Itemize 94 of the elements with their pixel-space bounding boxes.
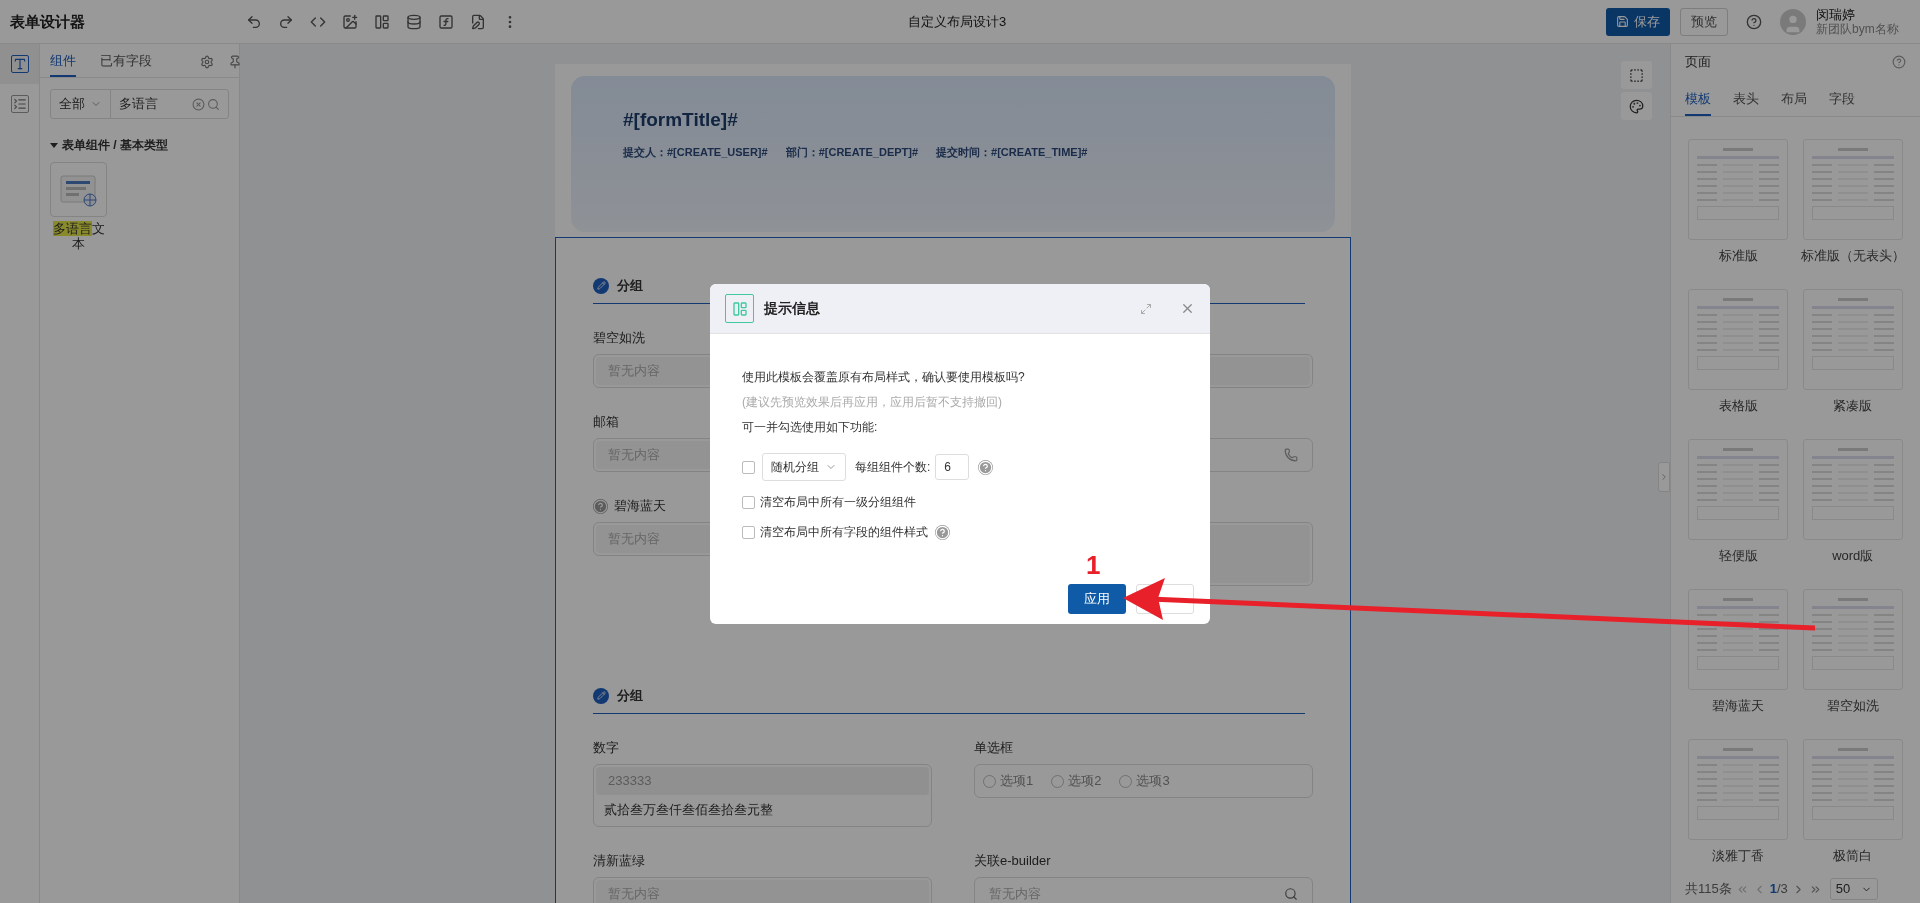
- layout-icon[interactable]: [374, 13, 390, 30]
- template-name: word版: [1832, 547, 1874, 565]
- selection-icon[interactable]: [1621, 61, 1652, 89]
- step-number: 1: [1086, 549, 1101, 582]
- pencil-icon: [593, 687, 609, 704]
- apply-button[interactable]: 应用: [1068, 584, 1126, 614]
- template-name: 轻便版: [1718, 547, 1758, 565]
- app-title: 表单设计器: [10, 12, 85, 30]
- template-preview-drawing[interactable]: [1802, 289, 1903, 390]
- count-label: 每组组件个数:: [855, 459, 931, 476]
- template-name: 碧海蓝天: [1712, 697, 1765, 715]
- panel-tab[interactable]: 已有字段: [100, 47, 152, 77]
- caret-icon[interactable]: [50, 142, 58, 148]
- template-name: 淡雅丁香: [1712, 847, 1765, 865]
- checkbox[interactable]: [742, 460, 755, 474]
- pin-icon[interactable]: [228, 55, 242, 69]
- sidebar-tab[interactable]: [0, 44, 39, 84]
- dialog-title: 提示信息: [764, 299, 820, 318]
- total-count: 共115条: [1685, 880, 1732, 899]
- panel-tab[interactable]: 表头: [1733, 84, 1759, 116]
- option-label: 清空布局中所有一级分组组件: [760, 494, 916, 511]
- radio-option[interactable]: 选项2: [1051, 771, 1102, 791]
- palette-icon[interactable]: [1621, 92, 1652, 120]
- template-preview-drawing[interactable]: [1802, 739, 1903, 840]
- save-button[interactable]: 保存: [1606, 7, 1670, 36]
- field-label: 邮箱: [593, 413, 619, 432]
- panel-tab[interactable]: 布局: [1781, 84, 1807, 116]
- field-label: 关联e-builder: [974, 851, 1051, 870]
- template-name: 碧空如洗: [1826, 697, 1879, 715]
- template-name: 表格版: [1718, 397, 1758, 415]
- settings-icon[interactable]: [200, 55, 214, 69]
- close-icon[interactable]: [1180, 301, 1195, 316]
- form-meta: 部门：#[CREATE_DEPT]#: [785, 144, 919, 160]
- field-label: 碧海蓝天: [614, 497, 666, 516]
- document-title: 自定义布局设计3: [907, 12, 1007, 31]
- page-indicator: 1/3: [1769, 880, 1788, 899]
- edit-document-icon[interactable]: [470, 13, 486, 30]
- template-preview-drawing[interactable]: [1688, 439, 1789, 540]
- team-name: 新团队bym名称: [1816, 21, 1900, 36]
- avatar-icon[interactable]: [1780, 8, 1806, 35]
- field-label: 数字: [593, 739, 619, 758]
- preview-button[interactable]: 预览: [1680, 7, 1728, 36]
- count-input[interactable]: 6: [935, 454, 970, 480]
- template-preview-drawing[interactable]: [1688, 739, 1789, 840]
- panel-tab[interactable]: 模板: [1685, 84, 1711, 116]
- template-preview-drawing[interactable]: [1688, 289, 1789, 390]
- group-title: 分组: [617, 276, 643, 295]
- template-name: 紧凑版: [1833, 397, 1873, 415]
- grouping-select[interactable]: 随机分组: [762, 453, 846, 481]
- template-preview-drawing[interactable]: [1688, 139, 1789, 240]
- help-icon: [1892, 55, 1906, 69]
- multilingual-text-icon: [59, 172, 98, 207]
- maximize-icon[interactable]: [1140, 302, 1152, 315]
- function-icon[interactable]: [438, 13, 454, 30]
- form-meta: 提交人：#[CREATE_USER]#: [623, 144, 768, 160]
- template-name: 极简白: [1833, 847, 1873, 865]
- form-icon: [725, 294, 754, 323]
- template-preview-drawing[interactable]: [1802, 139, 1903, 240]
- phone-icon: [1284, 448, 1298, 462]
- field-label: 碧空如洗: [593, 329, 645, 348]
- template-preview-drawing[interactable]: [1802, 589, 1903, 690]
- redo-icon[interactable]: [278, 13, 294, 30]
- field-label: 清新蓝绿: [593, 851, 645, 870]
- amount-caption: 贰拾叁万叁仟叁佰叁拾叁元整: [603, 801, 774, 819]
- user-name: 闵瑞婷: [1816, 7, 1856, 22]
- form-title: #[formTitle]#: [623, 108, 739, 132]
- help-icon[interactable]: [1746, 13, 1762, 30]
- panel-tab[interactable]: 字段: [1829, 84, 1855, 116]
- template-name: 标准版（无表头）: [1800, 247, 1905, 265]
- option-label: 清空布局中所有字段的组件样式: [760, 524, 928, 541]
- group-title: 分组: [617, 686, 643, 705]
- expand-handle[interactable]: [1658, 462, 1670, 492]
- save-icon: [1616, 15, 1629, 28]
- search-icon: [1284, 886, 1298, 901]
- undo-icon[interactable]: [246, 13, 262, 30]
- category-title: 表单组件 / 基本类型: [62, 137, 168, 154]
- template-preview-drawing[interactable]: [1688, 589, 1789, 690]
- form-meta: 提交时间：#[CREATE_TIME]#: [936, 144, 1088, 160]
- page-size-select[interactable]: 50: [1829, 878, 1878, 900]
- image-icon[interactable]: [342, 13, 358, 30]
- checkbox[interactable]: [742, 525, 755, 539]
- options-label: 可一并勾选使用如下功能:: [742, 419, 879, 436]
- template-preview-drawing[interactable]: [1802, 439, 1903, 540]
- radio-option[interactable]: 选项1: [983, 771, 1034, 791]
- dialog-hint: (建议先预览效果后再应用，应用后暂不支持撤回): [742, 394, 1003, 411]
- panel-title: 页面: [1685, 53, 1711, 72]
- template-name: 标准版: [1718, 247, 1758, 265]
- panel-tab[interactable]: 组件: [50, 47, 76, 77]
- radio-option[interactable]: 选项3: [1119, 771, 1170, 791]
- field-label: 单选框: [974, 739, 1013, 758]
- checkbox[interactable]: [742, 495, 755, 509]
- database-icon[interactable]: [406, 13, 422, 30]
- dialog-message: 使用此模板会覆盖原有布局样式，确认要使用模板吗?: [742, 369, 1026, 386]
- pencil-icon: [593, 277, 609, 294]
